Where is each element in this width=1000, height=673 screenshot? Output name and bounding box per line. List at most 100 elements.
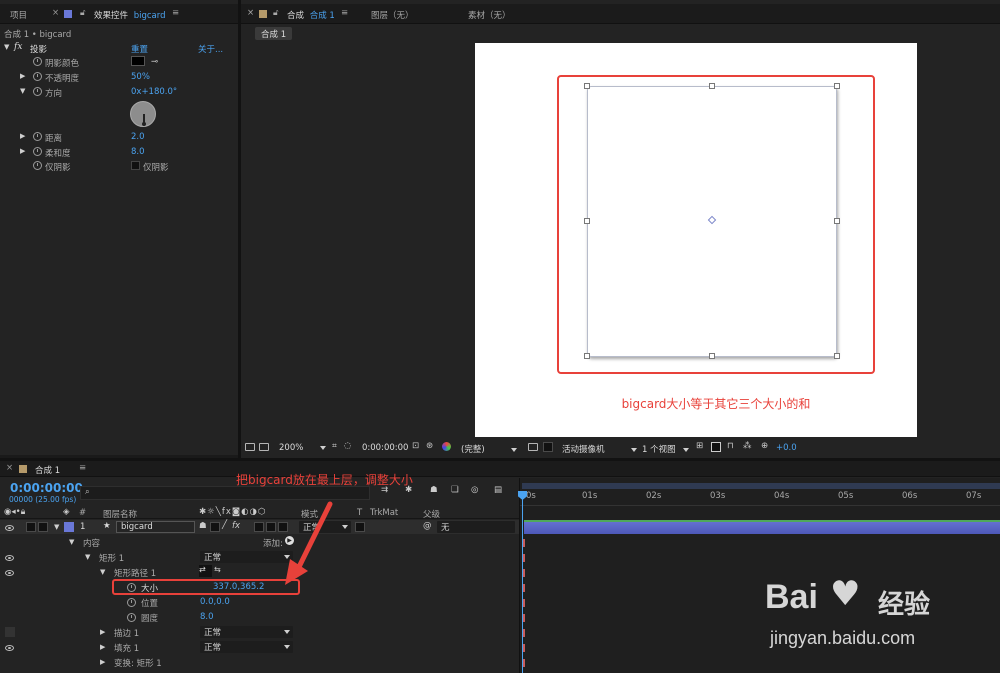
- transform-handle[interactable]: [584, 353, 590, 359]
- mask-icon[interactable]: ◌: [344, 441, 351, 451]
- about-link[interactable]: 关于...: [198, 43, 223, 55]
- reset-link[interactable]: 重置: [131, 43, 148, 55]
- fill-mode-dropdown[interactable]: 正常: [200, 641, 293, 653]
- stopwatch-icon[interactable]: [127, 598, 136, 607]
- position-row[interactable]: 位置 0.0,0.0: [0, 596, 519, 609]
- transform-row[interactable]: ▶ 变换: 矩形 1: [0, 656, 519, 669]
- visibility-eye-icon[interactable]: [5, 555, 14, 561]
- disclosure-triangle-icon[interactable]: ▼: [69, 538, 74, 546]
- transform-handle[interactable]: [709, 83, 715, 89]
- transform-handle[interactable]: [834, 83, 840, 89]
- comp-flow-icon[interactable]: ⇉: [381, 485, 388, 495]
- comp-subtab[interactable]: 合成 1: [255, 27, 293, 40]
- switch-fx-icon[interactable]: fx: [232, 521, 240, 531]
- disclosure-triangle-icon[interactable]: ▼: [20, 87, 25, 95]
- disclosure-triangle-icon[interactable]: ▶: [100, 628, 105, 636]
- pickwhip-icon[interactable]: @: [423, 521, 432, 531]
- trkmat-toggle[interactable]: [355, 522, 365, 532]
- stopwatch-icon[interactable]: [33, 87, 42, 96]
- opacity-value[interactable]: 50%: [131, 72, 150, 82]
- direction-value[interactable]: 0x+180.0°: [131, 87, 177, 97]
- color-swatch[interactable]: [131, 56, 145, 66]
- camera-dropdown[interactable]: 活动摄像机: [562, 443, 638, 455]
- switch-motion-blur[interactable]: [266, 522, 276, 532]
- shy-icon[interactable]: ☗: [430, 485, 438, 495]
- fx-icon[interactable]: fx: [14, 42, 22, 52]
- disclosure-triangle-icon[interactable]: ▼: [100, 568, 105, 576]
- menu-icon[interactable]: ≡: [172, 8, 179, 18]
- graph-editor-icon[interactable]: ▤: [494, 485, 502, 495]
- exposure-value[interactable]: +0.0: [776, 443, 797, 453]
- stopwatch-icon[interactable]: [127, 613, 136, 622]
- layer-duration-bar[interactable]: [524, 520, 1000, 534]
- views-dropdown[interactable]: 1 个视图: [642, 443, 690, 455]
- disclosure-triangle-icon[interactable]: ▶: [100, 658, 105, 666]
- transparency-grid-icon[interactable]: [543, 442, 553, 452]
- motion-blur-icon[interactable]: ◎: [471, 485, 478, 495]
- layout-icon[interactable]: ⊞: [696, 441, 703, 451]
- disclosure-triangle-icon[interactable]: ▼: [54, 523, 59, 531]
- zoom-dropdown[interactable]: 200%: [279, 443, 327, 453]
- label-tag-icon[interactable]: ◈: [63, 507, 70, 517]
- disclosure-triangle-icon[interactable]: ▶: [100, 643, 105, 651]
- visibility-eye-icon[interactable]: [5, 570, 14, 576]
- softness-value[interactable]: 8.0: [131, 147, 145, 157]
- camera-icon[interactable]: ⊡: [412, 441, 419, 451]
- fill-row[interactable]: ▶ 填充 1 正常: [0, 641, 519, 654]
- menu-icon[interactable]: ≡: [79, 463, 86, 473]
- roundness-row[interactable]: 圆度 8.0: [0, 611, 519, 624]
- switches-icons[interactable]: ✱☼╲fx◙◐◑⬡: [199, 507, 266, 517]
- close-icon[interactable]: ×: [6, 463, 13, 473]
- av-features-icons[interactable]: ◉◂•🔒︎: [4, 507, 25, 517]
- grid-icon[interactable]: ⌗: [332, 441, 337, 451]
- col-parent[interactable]: 父级: [423, 508, 440, 520]
- tab-footage[interactable]: 素材（无）: [468, 9, 511, 21]
- stopwatch-icon[interactable]: [33, 72, 42, 81]
- transform-handle[interactable]: [834, 353, 840, 359]
- preview-icon[interactable]: [245, 443, 255, 451]
- fast-preview-icon[interactable]: [711, 442, 721, 452]
- monitor-icon[interactable]: [259, 443, 269, 451]
- disclosure-triangle-icon[interactable]: ▶: [20, 72, 25, 80]
- rect-group-row[interactable]: ▼ 矩形 1 正常: [0, 551, 519, 564]
- close-icon[interactable]: ×: [247, 8, 254, 18]
- switch-shy-icon[interactable]: ☗: [199, 521, 207, 531]
- col-trkmat[interactable]: TrkMat: [370, 508, 398, 518]
- tab-effects[interactable]: 效果控件 bigcard: [94, 9, 166, 21]
- path-reverse-icon[interactable]: ⇆: [214, 565, 221, 574]
- stopwatch-icon[interactable]: [33, 147, 42, 156]
- tab-layer[interactable]: 图层（无）: [371, 9, 414, 21]
- stopwatch-icon[interactable]: [33, 132, 42, 141]
- share-icon[interactable]: ⁂: [743, 441, 752, 451]
- shadow-only-checkbox[interactable]: [131, 161, 140, 170]
- quality-dropdown[interactable]: (完整): [461, 443, 518, 455]
- switch-blend[interactable]: [254, 522, 264, 532]
- viewer-timecode[interactable]: 0:00:00:00: [362, 443, 408, 453]
- search-input[interactable]: ⌕: [80, 486, 370, 500]
- visibility-eye-icon[interactable]: [5, 645, 14, 651]
- stroke-visibility-toggle[interactable]: [5, 627, 15, 637]
- angle-dial[interactable]: [130, 101, 156, 127]
- flowchart-icon[interactable]: ⊓: [727, 441, 734, 451]
- layer-row[interactable]: ▼ 1 ★ bigcard ☗ ╱ fx 正常 @ 无: [0, 520, 519, 534]
- exposure-icon[interactable]: ⊕: [761, 441, 768, 451]
- color-wheel-icon[interactable]: [442, 442, 451, 451]
- distance-value[interactable]: 2.0: [131, 132, 145, 142]
- layer-name-field[interactable]: bigcard: [116, 521, 195, 533]
- parent-dropdown[interactable]: 无: [437, 521, 515, 533]
- work-area-bar[interactable]: [522, 483, 1000, 489]
- col-layer-name[interactable]: 图层名称: [103, 508, 137, 520]
- switch-collapse[interactable]: [210, 522, 220, 532]
- timeline-timecode[interactable]: 0:00:00:00: [10, 481, 83, 495]
- eyedropper-icon[interactable]: ⊸: [151, 57, 158, 67]
- path-direction-icon[interactable]: ⇄: [199, 565, 212, 577]
- channel-icon[interactable]: ⊛: [426, 441, 433, 451]
- audio-toggle[interactable]: [26, 522, 36, 532]
- timeline-tab[interactable]: 合成 1: [35, 464, 60, 476]
- frame-blend-icon[interactable]: ❏: [451, 485, 459, 495]
- switch-quality-icon[interactable]: ╱: [222, 520, 227, 530]
- stroke-row[interactable]: ▶ 描边 1 正常: [0, 626, 519, 639]
- lock-icon[interactable]: 🔓︎: [273, 8, 279, 18]
- transform-handle[interactable]: [834, 218, 840, 224]
- stopwatch-icon[interactable]: [33, 161, 42, 170]
